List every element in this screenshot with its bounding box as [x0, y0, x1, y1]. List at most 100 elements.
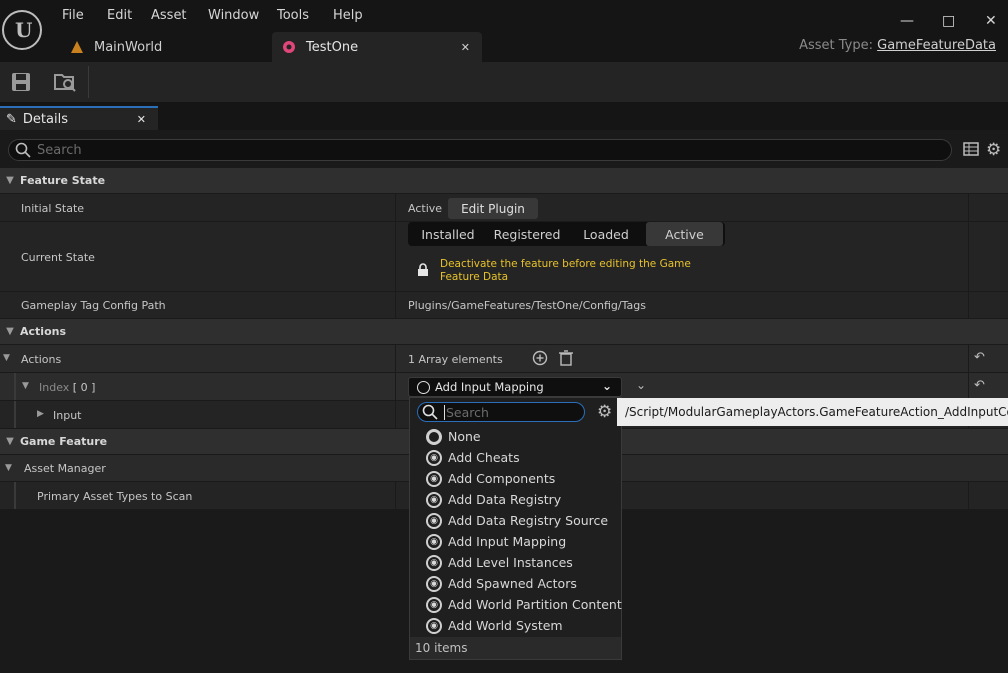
state-loaded[interactable]: Loaded — [566, 222, 646, 246]
class-icon — [417, 380, 430, 394]
search-placeholder: Search — [37, 142, 82, 158]
category-label: Game Feature — [20, 435, 108, 448]
column-divider — [968, 482, 969, 509]
indent-guide — [14, 482, 16, 509]
save-icon[interactable] — [11, 72, 31, 95]
state-installed[interactable]: Installed — [408, 222, 488, 246]
collapse-arrow-icon: ▼ — [6, 436, 14, 447]
chevron-down-icon[interactable]: ⌄ — [636, 378, 646, 392]
column-divider — [968, 373, 969, 400]
action-class-combo[interactable]: Add Input Mapping ⌄ — [408, 377, 622, 397]
combo-selected: Add Input Mapping — [435, 380, 544, 394]
class-icon: ◉ — [426, 575, 442, 592]
index-value: [ 0 ] — [72, 381, 96, 394]
menu-window[interactable]: Window — [208, 8, 259, 23]
menu-tools[interactable]: Tools — [277, 8, 309, 23]
category-actions[interactable]: ▼ Actions — [0, 319, 1008, 345]
option-label: Add Cheats — [448, 450, 520, 465]
option-add-world-partition-content[interactable]: ◉ Add World Partition Content — [426, 594, 622, 615]
collapse-arrow-icon: ▼ — [6, 326, 14, 337]
class-picker-search-input[interactable]: Search — [417, 402, 585, 422]
class-icon: ◉ — [426, 470, 442, 487]
actions-label: Actions — [21, 353, 62, 366]
toolbar-separator — [88, 66, 89, 98]
state-active[interactable]: Active — [646, 222, 723, 246]
trash-icon[interactable] — [558, 350, 574, 370]
index-label: Index [ 0 ] — [39, 381, 95, 394]
edit-plugin-button[interactable]: Edit Plugin — [448, 198, 538, 219]
tab-testone[interactable]: TestOne ✕ — [272, 32, 482, 62]
input-label: Input — [53, 409, 82, 422]
option-add-spawned-actors[interactable]: ◉ Add Spawned Actors — [426, 573, 577, 594]
option-label: Add Data Registry Source — [448, 513, 609, 528]
collapse-arrow-icon: ▼ — [5, 463, 12, 473]
level-icon — [71, 41, 83, 53]
column-divider — [395, 345, 396, 372]
settings-gear-icon[interactable]: ⚙ — [986, 140, 1001, 160]
option-add-data-registry-source[interactable]: ◉ Add Data Registry Source — [426, 510, 608, 531]
category-feature-state[interactable]: ▼ Feature State — [0, 168, 1008, 194]
browse-to-asset-icon[interactable] — [53, 71, 77, 96]
asset-type-label: Asset Type: — [799, 38, 873, 53]
collapse-arrow-icon[interactable]: ▼ — [22, 381, 29, 391]
menu-help[interactable]: Help — [333, 8, 363, 23]
tooltip: /Script/ModularGameplayActors.GameFeatur… — [617, 398, 1008, 426]
current-state-label: Current State — [21, 251, 95, 264]
picker-settings-gear-icon[interactable]: ⚙ — [597, 402, 612, 422]
tab-mainworld[interactable]: MainWorld — [62, 32, 267, 62]
option-add-data-registry[interactable]: ◉ Add Data Registry — [426, 489, 561, 510]
asset-type-link[interactable]: GameFeatureData — [877, 38, 996, 53]
menu-file[interactable]: File — [62, 8, 84, 23]
option-label: Add Spawned Actors — [448, 576, 577, 591]
search-placeholder: Search — [444, 404, 489, 420]
column-divider — [968, 292, 969, 318]
reset-to-default-icon[interactable]: ↶ — [974, 350, 985, 365]
minimize-icon[interactable]: — — [900, 13, 914, 29]
expand-arrow-icon[interactable]: ▶ — [37, 409, 44, 419]
unreal-logo-icon[interactable]: U — [2, 10, 42, 50]
column-divider — [968, 194, 969, 221]
column-divider — [395, 401, 396, 428]
class-icon: ◉ — [426, 449, 442, 466]
array-count: 1 Array elements — [408, 353, 503, 366]
option-add-level-instances[interactable]: ◉ Add Level Instances — [426, 552, 573, 573]
option-add-components[interactable]: ◉ Add Components — [426, 468, 555, 489]
details-search-input[interactable]: Search — [8, 139, 952, 161]
option-add-input-mapping[interactable]: ◉ Add Input Mapping — [426, 531, 566, 552]
option-add-world-system[interactable]: ◉ Add World System — [426, 615, 563, 636]
option-label: Add Data Registry — [448, 492, 562, 507]
tab-testone-label: TestOne — [306, 39, 359, 55]
option-label: Add Level Instances — [448, 555, 573, 570]
option-add-cheats[interactable]: ◉ Add Cheats — [426, 447, 520, 468]
initial-state-label: Initial State — [21, 202, 85, 215]
toolbar — [0, 62, 1008, 102]
game-feature-icon — [283, 41, 295, 53]
column-divider — [395, 194, 396, 221]
add-element-icon[interactable] — [532, 350, 548, 370]
state-registered[interactable]: Registered — [488, 222, 566, 246]
category-label: Feature State — [20, 174, 106, 187]
category-label: Actions — [20, 325, 66, 338]
column-divider — [395, 373, 396, 400]
close-details-icon[interactable]: ✕ — [137, 113, 146, 126]
details-tab[interactable]: ✎ Details ✕ — [0, 106, 158, 130]
row-tag-config-path: Gameplay Tag Config Path Plugins/GameFea… — [0, 292, 1008, 319]
reset-to-default-icon[interactable]: ↶ — [974, 378, 985, 393]
column-divider — [968, 345, 969, 372]
column-divider — [968, 222, 969, 291]
collapse-arrow-icon[interactable]: ▼ — [3, 353, 10, 363]
maximize-icon[interactable]: □ — [942, 13, 955, 29]
menu-edit[interactable]: Edit — [107, 8, 132, 23]
class-icon: ◉ — [426, 491, 442, 508]
menu-asset[interactable]: Asset — [151, 8, 187, 23]
item-count: 10 items — [410, 637, 621, 659]
option-none[interactable]: None — [426, 426, 481, 447]
column-divider — [395, 482, 396, 509]
close-window-icon[interactable]: ✕ — [985, 13, 997, 29]
close-tab-icon[interactable]: ✕ — [461, 41, 470, 54]
table-view-icon[interactable] — [963, 141, 979, 160]
option-label: Add World System — [448, 618, 563, 633]
row-initial-state: Initial State Active Edit Plugin — [0, 194, 1008, 222]
option-label: None — [448, 429, 481, 444]
initial-state-value: Active — [408, 202, 443, 215]
